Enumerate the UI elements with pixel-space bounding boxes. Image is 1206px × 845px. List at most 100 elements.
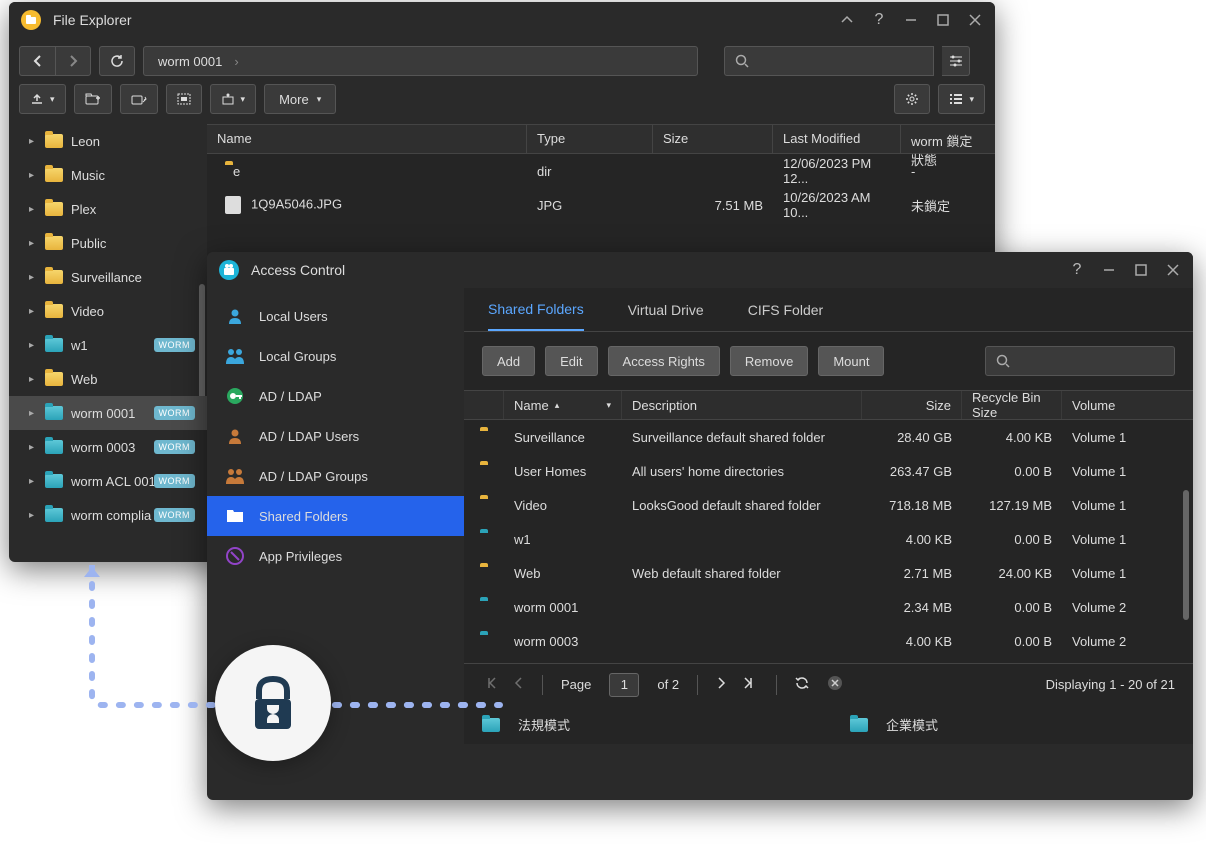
- tree-item[interactable]: ▸Plex: [9, 192, 207, 226]
- lock-hourglass-icon: [241, 671, 305, 735]
- table-row[interactable]: w14.00 KB0.00 BVolume 1: [464, 522, 1193, 556]
- share-button[interactable]: ▾: [210, 84, 257, 114]
- ac-search-input[interactable]: [985, 346, 1175, 376]
- clear-button[interactable]: [827, 675, 843, 694]
- folder-icon: [45, 406, 63, 420]
- expand-icon[interactable]: ▸: [29, 170, 39, 181]
- expand-icon[interactable]: ▸: [29, 238, 39, 249]
- sidebar-item[interactable]: Local Users: [207, 296, 464, 336]
- expand-icon[interactable]: ▸: [29, 510, 39, 521]
- minimize-icon[interactable]: [1101, 262, 1117, 278]
- tree-item[interactable]: ▸Surveillance: [9, 260, 207, 294]
- file-row[interactable]: 1Q9A5046.JPGJPG7.51 MB10/26/2023 AM 10..…: [207, 188, 995, 222]
- page-input[interactable]: [609, 673, 639, 697]
- more-button[interactable]: More▾: [264, 84, 336, 114]
- copy-button[interactable]: [120, 84, 158, 114]
- cell-vol: Volume 1: [1062, 498, 1144, 513]
- next-page-button[interactable]: [716, 677, 726, 692]
- select-all-button[interactable]: [166, 84, 202, 114]
- tree-item[interactable]: ▸Music: [9, 158, 207, 192]
- folder-icon: [45, 168, 63, 182]
- help-icon[interactable]: ?: [1069, 262, 1085, 278]
- table-row[interactable]: worm 00012.34 MB0.00 BVolume 2: [464, 590, 1193, 624]
- col-vol[interactable]: Volume: [1062, 391, 1144, 419]
- sidebar-item[interactable]: Local Groups: [207, 336, 464, 376]
- table-row[interactable]: worm 00034.00 KB0.00 BVolume 2: [464, 624, 1193, 658]
- table-row[interactable]: WebWeb default shared folder2.71 MB24.00…: [464, 556, 1193, 590]
- expand-icon[interactable]: ▸: [29, 272, 39, 283]
- breadcrumb-item[interactable]: worm 0001: [158, 54, 222, 69]
- tree-item[interactable]: ▸worm compliaWORM: [9, 498, 207, 532]
- reload-button[interactable]: [99, 46, 135, 76]
- col-name[interactable]: Name▴▾: [504, 391, 622, 419]
- col-worm[interactable]: worm 鎖定狀態: [901, 125, 991, 153]
- tree-item[interactable]: ▸worm ACL 001WORM: [9, 464, 207, 498]
- tree-item[interactable]: ▸Public: [9, 226, 207, 260]
- close-icon[interactable]: [967, 12, 983, 28]
- col-name[interactable]: Name: [207, 125, 527, 153]
- settings-button[interactable]: [894, 84, 930, 114]
- tree-item[interactable]: ▸worm 0001WORM: [9, 396, 207, 430]
- table-row[interactable]: worm ACL 0012.34 MB0.00 BVolume 2: [464, 658, 1193, 663]
- remove-button[interactable]: Remove: [730, 346, 808, 376]
- maximize-icon[interactable]: [1133, 262, 1149, 278]
- last-page-button[interactable]: [744, 677, 758, 692]
- minimize-icon[interactable]: [903, 12, 919, 28]
- ac-titlebar[interactable]: Access Control ?: [207, 252, 1193, 288]
- edit-button[interactable]: Edit: [545, 346, 597, 376]
- col-desc[interactable]: Description: [622, 391, 862, 419]
- sidebar-item[interactable]: AD / LDAP Groups: [207, 456, 464, 496]
- expand-icon[interactable]: ▸: [29, 306, 39, 317]
- scrollbar-thumb[interactable]: [1183, 490, 1189, 620]
- sidebar-item[interactable]: Shared Folders: [207, 496, 464, 536]
- back-button[interactable]: [19, 46, 55, 76]
- refresh-button[interactable]: [795, 676, 809, 693]
- close-icon[interactable]: [1165, 262, 1181, 278]
- tree-item[interactable]: ▸w1WORM: [9, 328, 207, 362]
- col-type[interactable]: Type: [527, 125, 653, 153]
- sidebar-item[interactable]: AD / LDAP Users: [207, 416, 464, 456]
- breadcrumb[interactable]: worm 0001 ›: [143, 46, 698, 76]
- forward-button[interactable]: [55, 46, 91, 76]
- sidebar-item[interactable]: AD / LDAP: [207, 376, 464, 416]
- tab[interactable]: CIFS Folder: [748, 288, 823, 331]
- expand-icon[interactable]: ▸: [29, 204, 39, 215]
- advanced-search-button[interactable]: [942, 46, 970, 76]
- cell-bin: 0.00 B: [962, 464, 1062, 479]
- tree-item[interactable]: ▸worm 0003WORM: [9, 430, 207, 464]
- expand-icon[interactable]: ▸: [29, 476, 39, 487]
- access-rights-button[interactable]: Access Rights: [608, 346, 720, 376]
- col-size[interactable]: Size: [653, 125, 773, 153]
- expand-icon[interactable]: ▸: [29, 340, 39, 351]
- view-mode-button[interactable]: ▾: [938, 84, 985, 114]
- expand-icon[interactable]: ▸: [29, 374, 39, 385]
- help-icon[interactable]: ?: [871, 12, 887, 28]
- tree-item[interactable]: ▸Web: [9, 362, 207, 396]
- fe-search-input[interactable]: [724, 46, 934, 76]
- new-folder-button[interactable]: [74, 84, 112, 114]
- table-row[interactable]: VideoLooksGood default shared folder718.…: [464, 488, 1193, 522]
- expand-icon[interactable]: ▸: [29, 442, 39, 453]
- prev-page-button[interactable]: [514, 677, 524, 692]
- expand-icon[interactable]: ▸: [29, 136, 39, 147]
- expand-icon[interactable]: ▸: [29, 408, 39, 419]
- tab[interactable]: Shared Folders: [488, 288, 584, 331]
- add-button[interactable]: Add: [482, 346, 535, 376]
- legend-compliance: 法規模式: [518, 715, 570, 734]
- col-size[interactable]: Size: [862, 391, 962, 419]
- col-modified[interactable]: Last Modified: [773, 125, 901, 153]
- fe-titlebar[interactable]: File Explorer ?: [9, 2, 995, 38]
- tree-item[interactable]: ▸Leon: [9, 124, 207, 158]
- lock-badge: [215, 645, 331, 761]
- upload-button[interactable]: ▾: [19, 84, 66, 114]
- table-row[interactable]: SurveillanceSurveillance default shared …: [464, 420, 1193, 454]
- tab[interactable]: Virtual Drive: [628, 288, 704, 331]
- fe-folder-tree[interactable]: ▸Leon▸Music▸Plex▸Public▸Surveillance▸Vid…: [9, 124, 207, 534]
- maximize-icon[interactable]: [935, 12, 951, 28]
- file-row[interactable]: edir12/06/2023 PM 12...-: [207, 154, 995, 188]
- col-bin[interactable]: Recycle Bin Size: [962, 391, 1062, 419]
- mount-button[interactable]: Mount: [818, 346, 884, 376]
- table-row[interactable]: User HomesAll users' home directories263…: [464, 454, 1193, 488]
- collapse-icon[interactable]: [839, 12, 855, 28]
- tree-item[interactable]: ▸Video: [9, 294, 207, 328]
